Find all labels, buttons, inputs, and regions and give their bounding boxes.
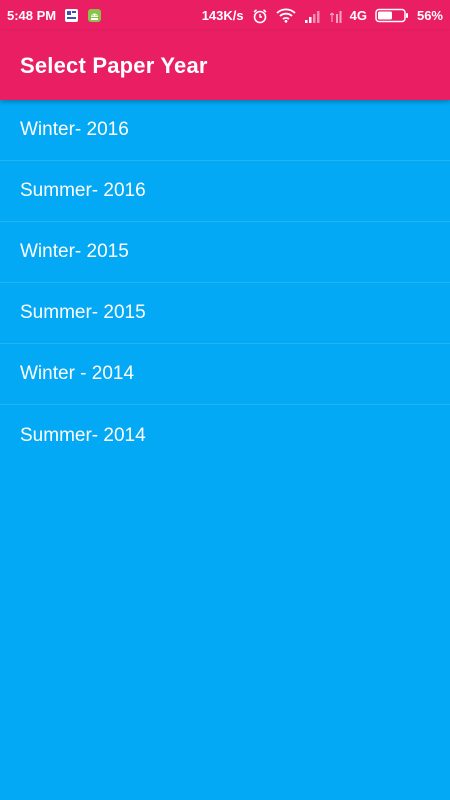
battery-fill <box>377 11 392 20</box>
network-type: 4G <box>349 8 367 23</box>
network-speed: 143K/s <box>201 8 244 23</box>
list-item-label: Winter- 2015 <box>20 241 129 262</box>
android-app-icon <box>87 8 102 23</box>
wifi-icon <box>276 8 296 23</box>
list-item-label: Winter- 2016 <box>20 119 129 140</box>
paper-year-list: Winter- 2016 Summer- 2016 Winter- 2015 S… <box>0 100 450 466</box>
status-bar: 5:48 PM 143K/s 4G 56% <box>0 0 450 31</box>
battery-percent: 56% <box>416 8 443 23</box>
signal-icon <box>304 9 322 23</box>
app-bar: Select Paper Year <box>0 31 450 100</box>
list-item-summer-2014[interactable]: Summer- 2014 <box>0 405 450 466</box>
list-item-summer-2016[interactable]: Summer- 2016 <box>0 161 450 222</box>
status-bar-right: 143K/s 4G 56% <box>202 8 443 24</box>
list-item-winter-2014[interactable]: Winter - 2014 <box>0 344 450 405</box>
list-item-label: Summer- 2014 <box>20 424 146 446</box>
signal-secondary-icon <box>329 9 342 23</box>
battery-icon <box>375 8 409 23</box>
list-item-winter-2016[interactable]: Winter- 2016 <box>0 100 450 161</box>
list-item-label: Winter - 2014 <box>20 363 135 384</box>
list-item-summer-2015[interactable]: Summer- 2015 <box>0 283 450 344</box>
page-title: Select Paper Year <box>20 52 208 78</box>
status-time: 5:48 PM <box>7 8 57 23</box>
notification-app-icon <box>64 8 79 23</box>
status-bar-left: 5:48 PM <box>7 8 102 23</box>
list-item-label: Summer- 2015 <box>20 302 146 323</box>
list-item-winter-2015[interactable]: Winter- 2015 <box>0 222 450 283</box>
alarm-icon <box>252 8 268 24</box>
list-item-label: Summer- 2016 <box>20 180 146 201</box>
